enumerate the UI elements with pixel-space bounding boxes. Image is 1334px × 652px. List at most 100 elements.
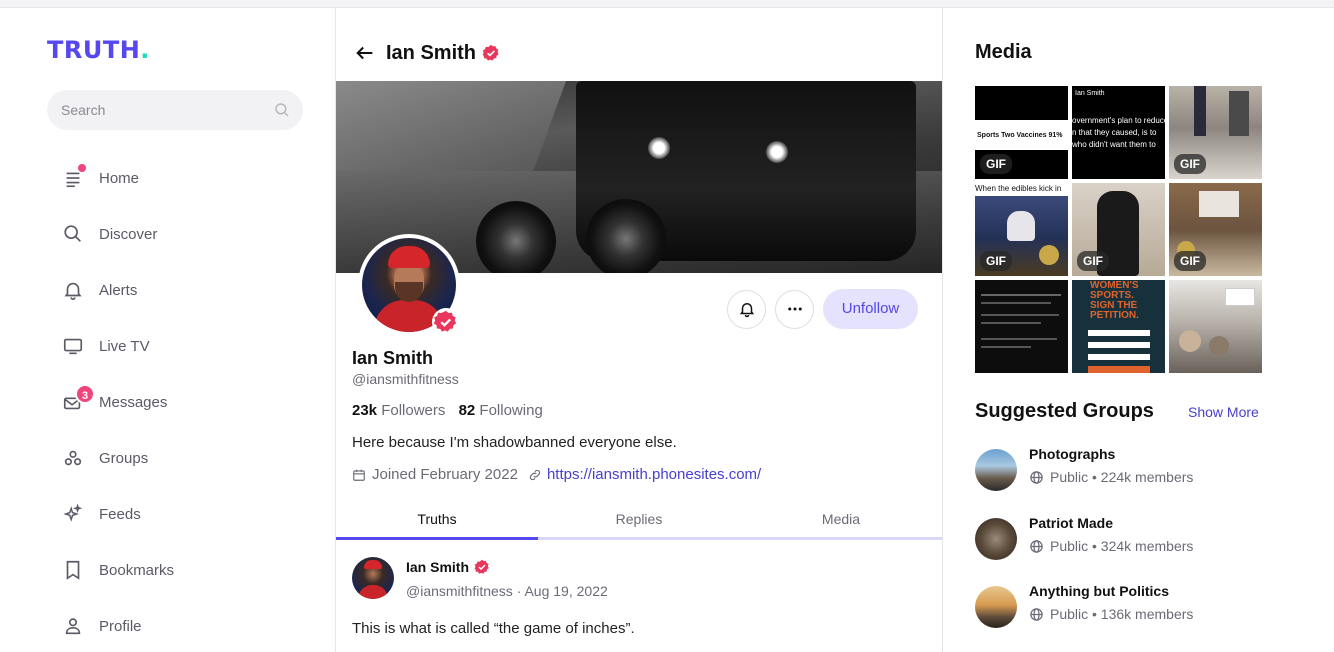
group-meta-text: Public • 136k members — [1050, 606, 1194, 622]
media-tile[interactable] — [1169, 280, 1262, 373]
followers-link[interactable]: 23k Followers — [352, 402, 445, 419]
group-meta-text: Public • 224k members — [1050, 469, 1194, 485]
profile-stats: 23k Followers 82 Following — [352, 402, 543, 419]
gif-badge: GIF — [1174, 154, 1206, 174]
group-meta: Public • 136k members — [1029, 606, 1193, 622]
nav-bookmarks[interactable]: Bookmarks — [62, 555, 302, 585]
link-icon — [529, 469, 541, 480]
group-item[interactable]: Photographs Public • 224k members — [975, 446, 1193, 491]
followers-label: Followers — [381, 402, 446, 419]
website-link[interactable]: https://iansmith.phonesites.com/ — [547, 466, 761, 483]
media-tile[interactable]: WOMEN'S SPORTS. SIGN THE PETITION. — [1072, 280, 1165, 373]
nav-home[interactable]: Home — [62, 163, 302, 193]
gif-badge: GIF — [1077, 251, 1109, 271]
show-more-link[interactable]: Show More — [1188, 404, 1259, 420]
search-placeholder[interactable]: Search — [61, 102, 105, 118]
bell-icon — [739, 303, 754, 318]
tab-media[interactable]: Media — [740, 506, 942, 537]
media-tile-caption: n that they caused, is to — [1072, 128, 1157, 137]
home-notification-dot — [78, 164, 86, 172]
browser-top-strip — [0, 0, 1334, 8]
gif-badge: GIF — [980, 154, 1012, 174]
right-sidebar: Media Sports Two Vaccines 91% GIF Ian Sm… — [943, 8, 1334, 652]
profile-handle: @iansmithfitness — [352, 371, 459, 387]
tab-truths[interactable]: Truths — [336, 506, 538, 540]
nav-profile[interactable]: Profile — [62, 611, 302, 641]
post-meta[interactable]: @iansmithfitness · Aug 19, 2022 — [406, 583, 608, 599]
group-meta-text: Public • 324k members — [1050, 538, 1194, 554]
group-name: Anything but Politics — [1029, 583, 1169, 599]
globe-icon — [1030, 539, 1043, 553]
media-tile[interactable]: GIF — [1072, 183, 1165, 276]
nav-feeds[interactable]: Feeds — [62, 499, 302, 529]
profile-actions: Unfollow — [727, 289, 918, 329]
nav-discover[interactable]: Discover — [62, 219, 302, 249]
avatar-verified-badge-icon — [432, 308, 460, 336]
nav-messages-label: Messages — [99, 393, 168, 411]
discover-search-icon — [62, 223, 84, 245]
nav-feeds-label: Feeds — [99, 505, 141, 523]
media-grid: Sports Two Vaccines 91% GIF Ian Smith ov… — [975, 86, 1263, 373]
post-author-label: Ian Smith — [406, 559, 470, 575]
search-icon[interactable] — [273, 101, 291, 119]
group-name: Photographs — [1029, 446, 1116, 462]
media-tile-caption: Sports Two Vaccines 91% — [977, 132, 1063, 139]
media-tile-caption: overnment's plan to reduce — [1072, 116, 1165, 125]
nav-alerts[interactable]: Alerts — [62, 275, 302, 305]
unfollow-button[interactable]: Unfollow — [823, 289, 918, 329]
notify-bell-button[interactable] — [727, 289, 766, 329]
following-count: 82 — [458, 402, 476, 419]
tv-icon — [62, 335, 84, 357]
user-icon — [62, 615, 84, 637]
more-options-button[interactable] — [775, 289, 814, 329]
followers-count: 23k — [352, 402, 378, 419]
gif-badge: GIF — [980, 251, 1012, 271]
verified-badge-icon — [474, 559, 489, 574]
group-avatar — [975, 518, 1017, 560]
verified-badge-icon — [482, 44, 499, 61]
back-arrow-icon[interactable] — [354, 42, 376, 64]
group-item[interactable]: Anything but Politics Public • 136k memb… — [975, 583, 1193, 628]
group-meta: Public • 224k members — [1029, 469, 1193, 485]
nav-groups[interactable]: Groups — [62, 443, 302, 473]
media-tile[interactable]: GIF — [1169, 86, 1262, 179]
profile-bio: Here because I'm shadowbanned everyone e… — [352, 434, 677, 451]
nav-home-label: Home — [99, 169, 140, 187]
joined-date: Joined February 2022 — [372, 466, 518, 483]
ellipsis-icon — [787, 307, 802, 311]
nav-messages[interactable]: 3 Messages — [62, 384, 302, 417]
profile-meta: Joined February 2022 https://iansmith.ph… — [352, 466, 761, 483]
tab-replies[interactable]: Replies — [538, 506, 740, 537]
post-author-name[interactable]: Ian Smith — [406, 559, 490, 575]
left-sidebar: TRUTH. Search Home Discover Alerts Live … — [0, 8, 335, 652]
profile-main-column: Ian Smith Unfollow Ian Smith @iansmithfi… — [335, 8, 943, 652]
suggested-groups-title: Suggested Groups — [975, 400, 1154, 422]
group-name: Patriot Made — [1029, 515, 1114, 531]
bookmark-icon — [62, 559, 84, 581]
group-avatar — [975, 449, 1017, 491]
media-title: Media — [975, 41, 1032, 63]
globe-icon — [1030, 607, 1043, 621]
group-item[interactable]: Patriot Made Public • 324k members — [975, 515, 1193, 560]
media-tile-caption: PETITION. — [1090, 310, 1139, 321]
gif-badge: GIF — [1174, 251, 1206, 271]
media-tile-caption: Ian Smith — [1075, 90, 1105, 97]
media-tile[interactable]: Ian Smith overnment's plan to reduce n t… — [1072, 86, 1165, 179]
sparkle-icon — [62, 503, 84, 525]
group-avatar — [975, 586, 1017, 628]
page-title: Ian Smith — [386, 41, 477, 64]
nav-alerts-label: Alerts — [99, 281, 138, 299]
messages-count-badge: 3 — [75, 384, 95, 404]
truth-logo[interactable]: TRUTH. — [47, 36, 150, 64]
profile-tabs: Truths Replies Media — [336, 506, 942, 540]
search-box[interactable]: Search — [47, 90, 303, 130]
media-tile[interactable]: When the edibles kick in GIF — [975, 183, 1068, 276]
following-link[interactable]: 82 Following — [459, 402, 543, 419]
media-tile[interactable]: GIF — [1169, 183, 1262, 276]
home-icon — [62, 164, 86, 189]
nav-live-tv[interactable]: Live TV — [62, 331, 302, 361]
post-author-avatar[interactable] — [352, 557, 394, 599]
media-tile[interactable] — [975, 280, 1068, 373]
nav-live-tv-label: Live TV — [99, 337, 150, 355]
media-tile[interactable]: Sports Two Vaccines 91% GIF — [975, 86, 1068, 179]
